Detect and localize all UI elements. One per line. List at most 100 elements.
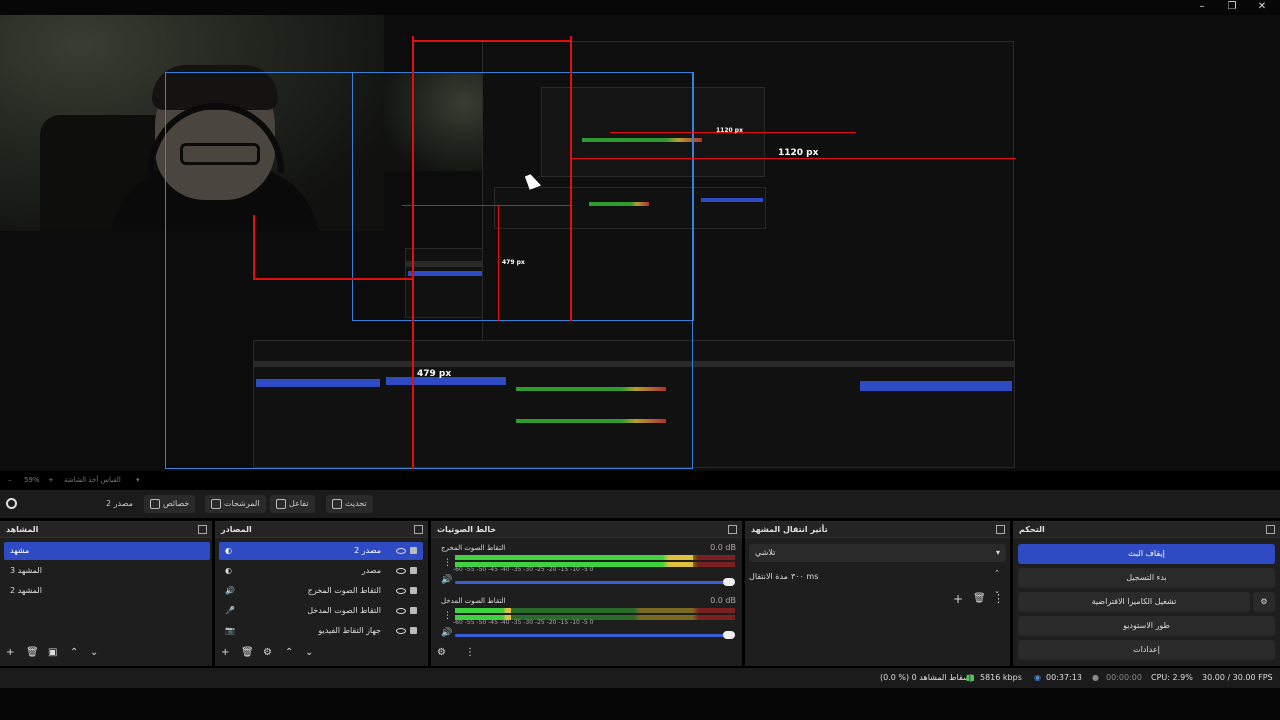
filter-icon: [211, 498, 221, 509]
scene-item[interactable]: مشهد: [4, 542, 210, 560]
meter-ticks: -60 -55 -50 -45 -40 -35 -30 -25 -20 -15 …: [453, 619, 594, 626]
maximize-icon[interactable]: ❐: [1225, 1, 1239, 13]
source-type-icon: [6, 498, 17, 509]
start-recording-button[interactable]: بدء التسجيل: [1018, 568, 1275, 588]
scene-item[interactable]: المشهد 2: [4, 582, 210, 600]
menu-dots-icon[interactable]: ⋮: [443, 558, 452, 568]
horizontal-guide-top: [412, 40, 572, 42]
speaker-icon[interactable]: 🔊: [441, 628, 452, 638]
source-item[interactable]: ◐ مصدر: [219, 562, 423, 580]
advanced-audio-icon[interactable]: ⚙: [437, 647, 446, 658]
source-item[interactable]: 🎤 التقاط الصوت المدخل: [219, 602, 423, 620]
studio-mode-button[interactable]: طور الاستوديو: [1018, 616, 1275, 636]
visibility-icon[interactable]: [396, 547, 406, 554]
nested-bounding-box: [352, 72, 694, 321]
lock-icon[interactable]: [410, 587, 417, 594]
scenes-dock: المشاهد مشهد المشهد 3 المشهد 2 + 🗑 ▣ ⌃ ⌄: [0, 521, 212, 666]
zoom-minus[interactable]: –: [8, 476, 12, 484]
vertical-guide: [412, 36, 414, 469]
add-transition-button[interactable]: +: [953, 592, 963, 606]
undock-icon[interactable]: [414, 525, 423, 534]
record-icon: ●: [1092, 673, 1099, 682]
selected-source-name: مصدر 2: [106, 499, 133, 508]
lock-icon[interactable]: [410, 607, 417, 614]
transition-select[interactable]: تلاشي ▾: [749, 544, 1006, 562]
add-scene-button[interactable]: +: [6, 647, 14, 658]
visibility-icon[interactable]: [396, 607, 406, 614]
move-down-button[interactable]: ⌄: [305, 647, 313, 658]
scene-item[interactable]: المشهد 3: [4, 562, 210, 580]
volume-slider[interactable]: [455, 581, 735, 584]
move-down-button[interactable]: ⌄: [90, 647, 98, 658]
inner-height-label: 479 px: [502, 259, 525, 266]
chevron-down-icon[interactable]: ▾: [136, 476, 140, 484]
volume-knob[interactable]: [723, 631, 735, 639]
close-icon[interactable]: ✕: [1255, 1, 1269, 13]
visibility-icon[interactable]: [396, 627, 406, 634]
move-up-button[interactable]: ⌃: [70, 647, 78, 658]
menu-dots-icon[interactable]: ⋮: [993, 592, 1004, 605]
undock-icon[interactable]: [1266, 525, 1275, 534]
filters-button[interactable]: المرشحات: [205, 495, 266, 513]
settings-button[interactable]: إعدادات: [1018, 640, 1275, 660]
source-item[interactable]: 📷 جهاز التقاط الفيديو: [219, 622, 423, 640]
meter-ticks: -60 -55 -50 -45 -40 -35 -30 -25 -20 -15 …: [453, 566, 594, 573]
remove-source-button[interactable]: 🗑: [241, 647, 254, 658]
interact-button[interactable]: تفاعل: [270, 495, 315, 513]
hand-icon: [276, 498, 286, 509]
browser-source-icon: ◐: [225, 566, 232, 575]
record-time: 00:00:00: [1106, 673, 1142, 682]
taskbar-area: [0, 688, 1280, 720]
lock-icon[interactable]: [410, 627, 417, 634]
undock-icon[interactable]: [728, 525, 737, 534]
menu-dots-icon[interactable]: ⋮: [465, 647, 475, 658]
preview-canvas[interactable]: 1120 px 479 px 1120 px 479 px: [0, 15, 1280, 471]
zoom-strip: – 59% + القياس أخذ الشاشة ▾: [0, 474, 1280, 488]
refresh-button[interactable]: تحديث: [326, 495, 373, 513]
undock-icon[interactable]: [198, 525, 207, 534]
zoom-plus[interactable]: +: [48, 476, 54, 484]
source-item[interactable]: ◐ مصدر 2: [219, 542, 423, 560]
title-bar: – ❐ ✕: [0, 0, 1280, 15]
gear-icon: ⚙: [1260, 597, 1268, 606]
virtual-camera-settings-button[interactable]: ⚙: [1253, 592, 1275, 612]
duration-spinbox[interactable]: ٣٠٠ ms ⌃ ⌄: [785, 568, 1006, 595]
scene-filter-button[interactable]: ▣: [48, 647, 57, 658]
remove-transition-button[interactable]: 🗑: [973, 593, 986, 604]
source-item[interactable]: 🔊 التقاط الصوت المخرج: [219, 582, 423, 600]
mixer-channel-db: 0.0 dB: [710, 596, 736, 605]
refresh-icon: [332, 498, 342, 509]
zoom-level: 59%: [24, 476, 40, 484]
mixer-channel-name: التقاط الصوت المدخل: [441, 597, 506, 605]
audio-mixer-dock: خالط الصوتيات التقاط الصوت المخرج 0.0 dB…: [431, 521, 742, 666]
move-up-button[interactable]: ⌃: [285, 647, 293, 658]
visibility-icon[interactable]: [396, 567, 406, 574]
undock-icon[interactable]: [996, 525, 1005, 534]
menu-dots-icon[interactable]: ⋮: [443, 611, 452, 621]
speaker-icon[interactable]: 🔊: [441, 575, 452, 585]
lock-icon[interactable]: [410, 547, 417, 554]
minimize-icon[interactable]: –: [1195, 1, 1209, 13]
source-properties-button[interactable]: ⚙: [263, 647, 272, 658]
add-source-button[interactable]: +: [221, 647, 229, 658]
transitions-dock: تأثير انتقال المشهد تلاشي ▾ مدة الانتقال …: [745, 521, 1010, 666]
volume-knob[interactable]: [723, 578, 735, 586]
remove-scene-button[interactable]: 🗑: [26, 647, 39, 658]
bitrate: 5816 kbps: [980, 673, 1022, 682]
visibility-icon[interactable]: [396, 587, 406, 594]
lock-icon[interactable]: [410, 567, 417, 574]
browser-source-icon: ◐: [225, 546, 232, 555]
stop-streaming-button[interactable]: إيقاف البث: [1018, 544, 1275, 564]
level-meter: [455, 555, 735, 560]
sources-dock: المصادر ◐ مصدر 2 ◐ مصدر 🔊 التقاط الصوت ا…: [215, 521, 428, 666]
start-virtual-camera-button[interactable]: تشغيل الكاميرا الافتراضية: [1018, 592, 1250, 612]
vertical-guide-inner: [570, 36, 572, 321]
controls-title: التحكم: [1019, 525, 1045, 534]
mixer-title: خالط الصوتيات: [437, 525, 497, 534]
mixer-channel-db: 0.0 dB: [710, 543, 736, 552]
scene-indicator: القياس أخذ الشاشة: [64, 476, 121, 484]
stream-time: 00:37:13: [1046, 673, 1082, 682]
properties-button[interactable]: خصائص: [144, 495, 196, 513]
volume-slider[interactable]: [455, 634, 735, 637]
source-toolbar: مصدر 2 خصائص المرشحات تفاعل تحديث: [0, 490, 1280, 518]
